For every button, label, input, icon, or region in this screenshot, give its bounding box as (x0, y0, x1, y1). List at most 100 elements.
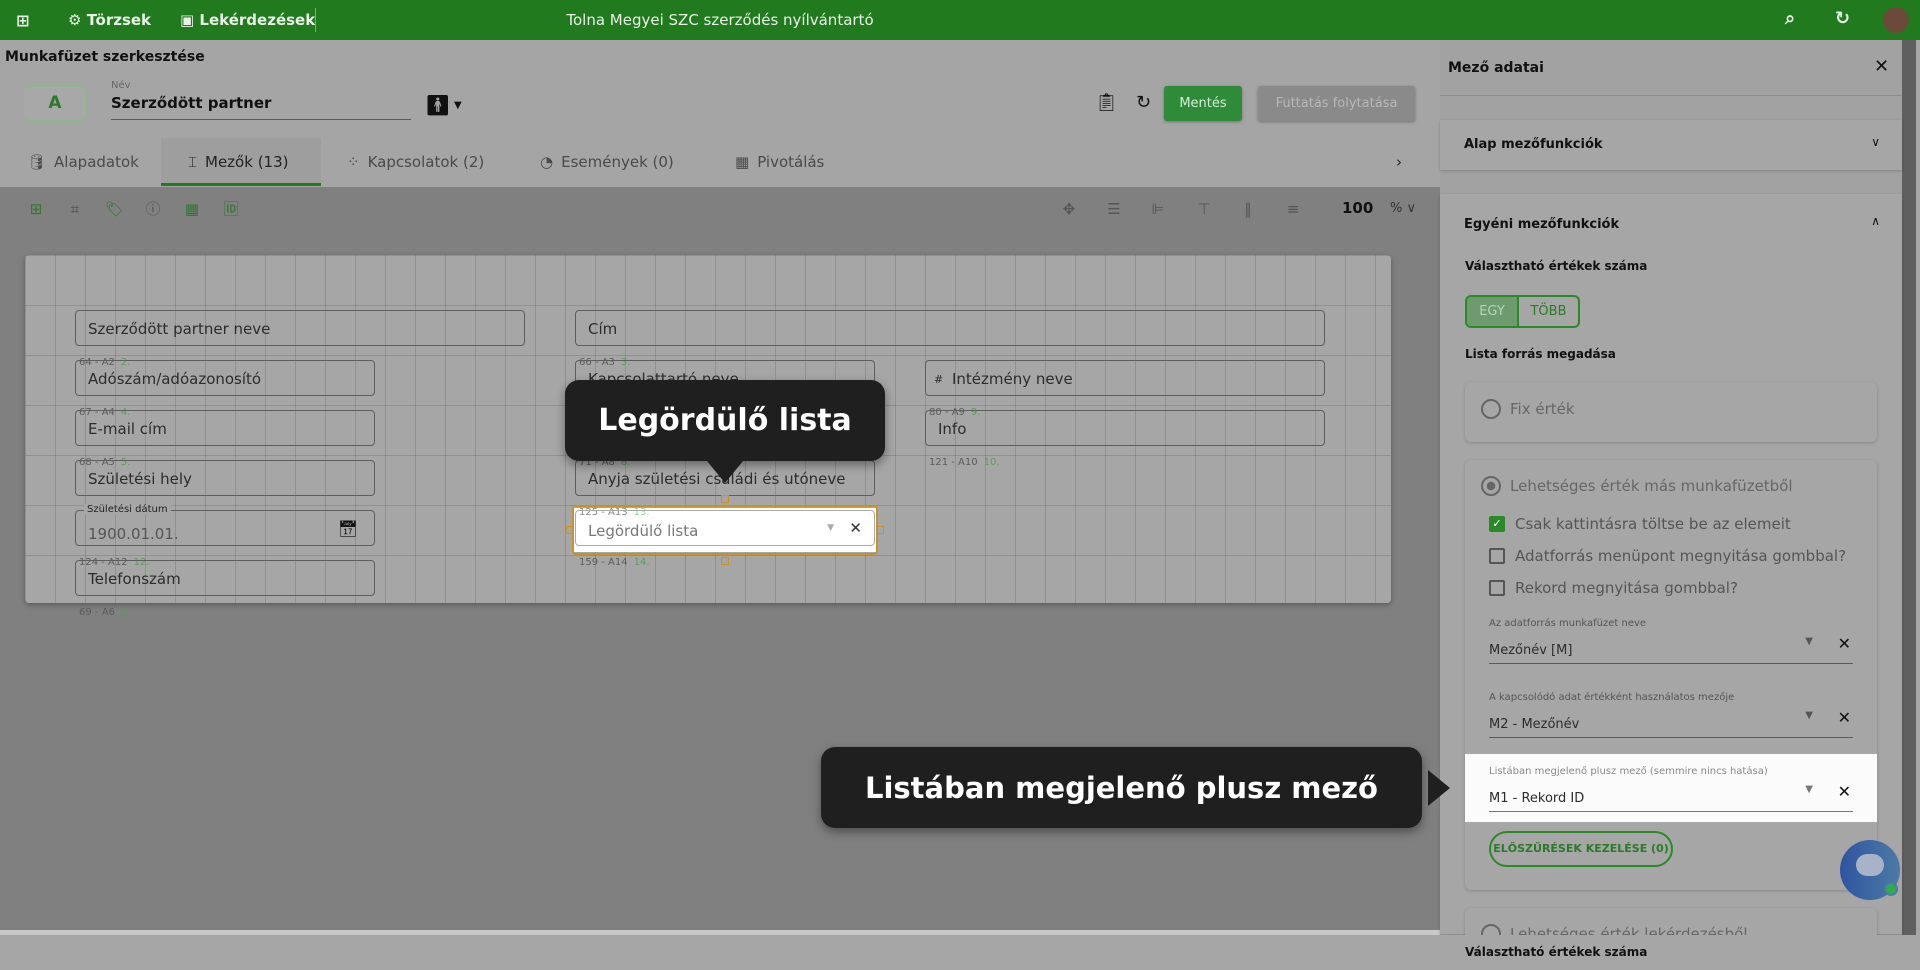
divider (1440, 95, 1902, 96)
distribute-horizontal-icon[interactable]: ‖ (1239, 200, 1257, 218)
name-label: Név (111, 80, 131, 91)
tooltip-arrow (707, 461, 743, 483)
id-icon[interactable]: 🆔︎ (222, 200, 240, 218)
align-middle-icon[interactable]: ≡ (1284, 200, 1302, 218)
alert-icon[interactable]: ⓘ (144, 200, 162, 218)
panel-scrollbar[interactable] (1902, 40, 1916, 935)
caret-down-icon[interactable]: ▼ (1805, 710, 1813, 721)
select-datasource-workbook[interactable]: Az adatforrás munkafüzet neve Mezőnév [M]… (1489, 618, 1853, 664)
caret-down-icon[interactable]: ▼ (1805, 784, 1813, 795)
tag-icon[interactable]: 🏷︎ (105, 200, 124, 218)
checkbox-icon (1489, 580, 1505, 596)
clear-icon[interactable]: ✕ (1838, 782, 1851, 801)
count-toggle: EGY TÖBB (1465, 295, 1580, 328)
field-dropdown-list[interactable]: Legördülő lista ▼ ✕ (575, 510, 875, 546)
align-left-icon[interactable]: ⊫ (1149, 200, 1167, 218)
clear-icon[interactable]: ✕ (1838, 634, 1851, 653)
grid-icon[interactable]: ▦ (183, 200, 201, 218)
toggle-egy[interactable]: EGY (1467, 297, 1519, 326)
field-partner-name[interactable]: Szerződött partner neve (75, 310, 525, 346)
prefilter-button[interactable]: ELŐSZŰRÉSEK KEZELÉSE (0) (1489, 831, 1673, 867)
tabs-next-icon[interactable]: › (1396, 153, 1402, 171)
tab-mezok[interactable]: ⌶ Mezők (13) (188, 153, 288, 171)
panel-footer: Választható értékek száma (1440, 935, 1902, 970)
zoom-unit-dropdown[interactable]: % ∨ (1390, 201, 1416, 216)
tab-kapcsolatok[interactable]: ⁘ Kapcsolatok (2) (347, 153, 484, 171)
workbook-avatar[interactable]: A (23, 86, 87, 121)
app-title: Tolna Megyei SZC szerződés nyílvántartó (566, 11, 874, 29)
tab-esemenyek[interactable]: ◔ Események (0) (540, 153, 674, 171)
clear-icon[interactable]: ✕ (1838, 708, 1851, 727)
timer-icon: ◔ (540, 153, 554, 171)
field-info[interactable]: Info (925, 410, 1325, 446)
source-fix-card[interactable]: Fix érték (1465, 382, 1877, 442)
field-birthplace[interactable]: Születési hely (75, 460, 375, 496)
select-extra-field[interactable]: Listában megjelenő plusz mező (semmire n… (1489, 766, 1853, 812)
accordion-basic[interactable]: Alap mezőfunkciók ∨ (1440, 120, 1902, 170)
refresh-icon[interactable]: ↻ (1835, 8, 1850, 29)
tooltip-arrow (1428, 770, 1450, 806)
field-birthdate[interactable]: Születési dátum 1900.01.01. 📅︎ (75, 504, 375, 546)
toggle-tobb[interactable]: TÖBB (1519, 297, 1578, 326)
continue-run-button[interactable]: Futtatás folytatása (1258, 86, 1415, 121)
chat-button[interactable] (1840, 840, 1900, 900)
pivot-icon: ▦ (735, 153, 750, 171)
checkbox-open-datasource[interactable]: Adatforrás menüpont megnyitása gombbal? (1489, 547, 1846, 565)
radio-checked-icon[interactable] (1481, 476, 1501, 496)
save-button[interactable]: Mentés (1164, 86, 1242, 121)
count-label: Választható értékek száma (1465, 259, 1648, 273)
calendar-icon[interactable]: 📅︎ (338, 519, 358, 538)
resize-handle[interactable] (721, 557, 729, 565)
align-top-icon[interactable]: ⊤ (1195, 200, 1213, 218)
search-icon[interactable]: ⌕ (1785, 8, 1795, 29)
select-value-field[interactable]: A kapcsolódó adat értékként használatos … (1489, 692, 1853, 738)
checkbox-checked-icon: ✓ (1489, 516, 1505, 532)
clear-icon[interactable]: ✕ (849, 519, 862, 537)
checkbox-load-on-click[interactable]: ✓ Csak kattintásra töltse be az elemeit (1489, 515, 1791, 533)
caret-down-icon[interactable]: ▼ (454, 100, 462, 111)
page-title: Munkafüzet szerkesztése (5, 49, 205, 65)
field-caption: 121 - A10 10. (929, 457, 1000, 468)
caret-down-icon[interactable]: ▼ (1805, 636, 1813, 647)
checkbox-icon (1489, 548, 1505, 564)
online-status-dot (1884, 882, 1898, 896)
refresh-icon[interactable]: ↻ (1136, 92, 1151, 113)
close-icon[interactable]: ✕ (1874, 56, 1889, 77)
resize-handle[interactable] (566, 526, 574, 534)
horizontal-scrollbar[interactable] (0, 930, 1440, 935)
move-icon[interactable]: ✥ (1060, 200, 1078, 218)
source-label: Lista forrás megadása (1465, 347, 1616, 361)
relations-icon: ⁘ (347, 153, 360, 171)
add-field-icon[interactable]: ⊞ (27, 200, 45, 218)
chevron-up-icon[interactable]: ∧ (1871, 214, 1880, 228)
caret-down-icon[interactable]: ▼ (827, 523, 834, 533)
resize-handle[interactable] (721, 495, 729, 503)
tooltip-dropdown-list: Legördülő lista (565, 380, 885, 461)
tab-alapadatok[interactable]: 🛢︎ Alapadatok (27, 153, 139, 171)
field-tax-id[interactable]: Adószám/adóazonosító (75, 360, 375, 396)
avatar[interactable] (1883, 7, 1909, 33)
number-icon: # (934, 373, 944, 386)
accessibility-icon[interactable]: 🚹︎ (425, 93, 450, 117)
checkbox-open-record[interactable]: Rekord megnyitása gombbal? (1489, 579, 1738, 597)
zoom-value[interactable]: 100 (1342, 199, 1373, 217)
field-address[interactable]: Cím (575, 310, 1325, 346)
name-input[interactable]: Szerződött partner (111, 94, 411, 120)
field-phone[interactable]: Telefonszám (75, 560, 375, 596)
field-caption: 69 - A6 6. (79, 607, 131, 618)
panel-title: Mező adatai (1448, 60, 1544, 76)
chevron-down-icon: ∨ (1871, 135, 1880, 149)
resize-handle[interactable] (876, 526, 884, 534)
chat-icon (1856, 854, 1884, 876)
clipboard-icon[interactable]: 📋︎ (1095, 92, 1118, 113)
field-caption: 159 - A14 14. (579, 557, 650, 568)
fields-icon: ⌶ (188, 153, 198, 171)
distribute-vertical-icon[interactable]: ☰ (1105, 200, 1123, 218)
field-email[interactable]: E-mail cím (75, 410, 375, 446)
top-bar: ⊞ ⚙ Törzsek ▣ Lekérdezések Tolna Megyei … (0, 0, 1920, 40)
frame-icon[interactable]: ⌗ (66, 200, 84, 218)
radio-unchecked-icon[interactable] (1481, 399, 1501, 419)
tab-pivotalas[interactable]: ▦ Pivotálás (735, 153, 824, 171)
field-institution[interactable]: # Intézmény neve (925, 360, 1325, 396)
tooltip-extra-field: Listában megjelenő plusz mező (821, 747, 1422, 828)
